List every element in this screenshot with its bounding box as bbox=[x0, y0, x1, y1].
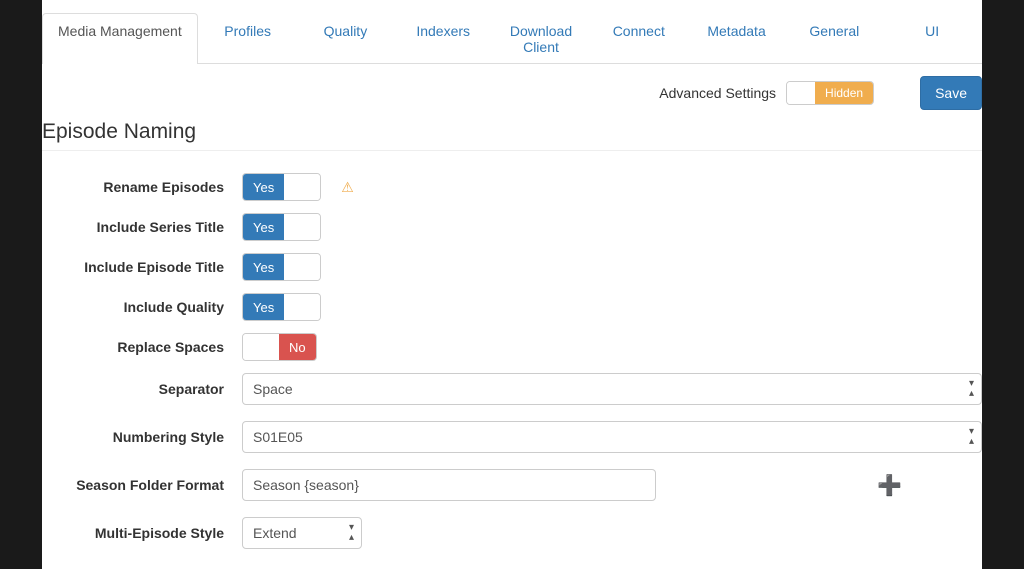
label-replace-spaces: Replace Spaces bbox=[42, 339, 242, 355]
label-rename-episodes: Rename Episodes bbox=[42, 179, 242, 195]
tab-metadata[interactable]: Metadata bbox=[689, 13, 785, 64]
save-button[interactable]: Save bbox=[920, 76, 982, 110]
toggle-include-quality[interactable]: Yes bbox=[242, 293, 321, 321]
label-include-series-title: Include Series Title bbox=[42, 219, 242, 235]
toggle-rename-episodes-value: Yes bbox=[243, 174, 284, 200]
top-toolbar: Advanced Settings Hidden Save bbox=[42, 64, 982, 120]
label-include-episode-title: Include Episode Title bbox=[42, 259, 242, 275]
input-season-folder-format[interactable] bbox=[242, 469, 656, 501]
warning-icon: ⚠ bbox=[341, 179, 354, 196]
toggle-include-episode-title-value: Yes bbox=[243, 254, 284, 280]
label-season-folder-format: Season Folder Format bbox=[42, 477, 242, 493]
advanced-settings-toggle-value: Hidden bbox=[815, 82, 873, 104]
select-separator[interactable]: Space bbox=[242, 373, 982, 405]
toggle-include-series-title[interactable]: Yes bbox=[242, 213, 321, 241]
toggle-rename-episodes[interactable]: Yes bbox=[242, 173, 321, 201]
toggle-include-quality-value: Yes bbox=[243, 294, 284, 320]
label-include-quality: Include Quality bbox=[42, 299, 242, 315]
advanced-settings-toggle-blank bbox=[787, 82, 815, 104]
toggle-include-series-title-value: Yes bbox=[243, 214, 284, 240]
select-numbering-style[interactable]: S01E05 bbox=[242, 421, 982, 453]
select-multi-episode-style[interactable]: Extend bbox=[242, 517, 362, 549]
tab-media-management[interactable]: Media Management bbox=[42, 13, 198, 64]
plus-icon[interactable]: ➕ bbox=[877, 473, 902, 498]
tab-general[interactable]: General bbox=[786, 13, 882, 64]
label-single-episode-example: Single Episode Example bbox=[42, 565, 242, 569]
toggle-include-episode-title[interactable]: Yes bbox=[242, 253, 321, 281]
label-numbering-style: Numbering Style bbox=[42, 429, 242, 445]
label-multi-episode-style: Multi-Episode Style bbox=[42, 525, 242, 541]
section-title-episode-naming: Episode Naming bbox=[42, 120, 982, 151]
tab-quality[interactable]: Quality bbox=[298, 13, 394, 64]
label-separator: Separator bbox=[42, 381, 242, 397]
tab-download-client[interactable]: Download Client bbox=[493, 13, 589, 64]
settings-tabs: Media Management Profiles Quality Indexe… bbox=[42, 12, 982, 64]
tab-indexers[interactable]: Indexers bbox=[395, 13, 491, 64]
tab-connect[interactable]: Connect bbox=[591, 13, 687, 64]
tab-ui[interactable]: UI bbox=[884, 13, 980, 64]
advanced-settings-toggle[interactable]: Hidden bbox=[786, 81, 874, 105]
toggle-replace-spaces[interactable]: No bbox=[242, 333, 317, 361]
toggle-replace-spaces-value: No bbox=[279, 334, 316, 360]
advanced-settings-label: Advanced Settings bbox=[659, 85, 776, 101]
tab-profiles[interactable]: Profiles bbox=[200, 13, 296, 64]
